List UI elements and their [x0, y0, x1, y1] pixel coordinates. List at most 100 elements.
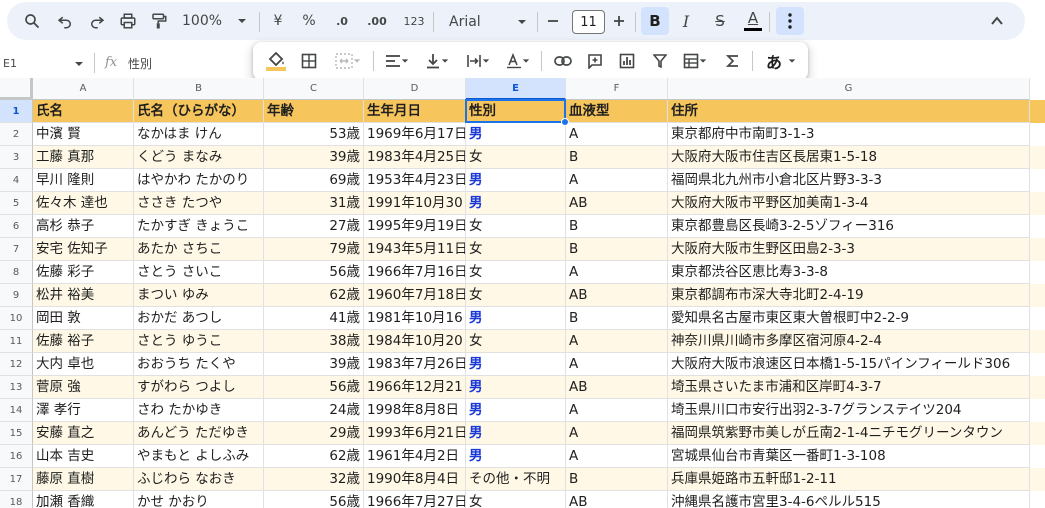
row-header[interactable]: 9: [0, 284, 33, 307]
data-cell[interactable]: AB: [566, 192, 668, 215]
data-cell[interactable]: 工藤 真那: [33, 146, 134, 169]
data-cell[interactable]: 宮城県仙台市青葉区一番町1-3-108: [668, 445, 1030, 468]
row-header[interactable]: 15: [0, 422, 33, 445]
data-cell[interactable]: 1984年10月20日: [364, 330, 466, 353]
vertical-align-button[interactable]: [421, 42, 453, 80]
data-cell[interactable]: 1966年12月21日: [364, 376, 466, 399]
column-header-c[interactable]: C: [264, 78, 364, 100]
data-cell[interactable]: 松井 裕美: [33, 284, 134, 307]
data-cell[interactable]: 1961年4月2日: [364, 445, 466, 468]
row-header[interactable]: 14: [0, 399, 33, 422]
data-cell[interactable]: 56歳: [264, 491, 364, 508]
data-cell[interactable]: A: [566, 399, 668, 422]
data-cell[interactable]: 41歳: [264, 307, 364, 330]
currency-format-button[interactable]: ¥: [270, 2, 286, 40]
data-cell[interactable]: 澤 孝行: [33, 399, 134, 422]
data-cell[interactable]: 愛知県名古屋市東区東大曽根町中2-2-9: [668, 307, 1030, 330]
select-all-corner[interactable]: [0, 78, 33, 100]
data-cell[interactable]: A: [566, 353, 668, 376]
data-cell[interactable]: 1995年9月19日: [364, 215, 466, 238]
column-header-e[interactable]: E: [466, 78, 566, 100]
data-cell[interactable]: 福岡県北九州市小倉北区片野3-3-3: [668, 169, 1030, 192]
data-cell[interactable]: B: [566, 238, 668, 261]
data-cell[interactable]: 1991年10月30日: [364, 192, 466, 215]
strikethrough-button[interactable]: S: [709, 2, 731, 40]
filter-views-button[interactable]: [678, 42, 712, 80]
column-header-d[interactable]: D: [364, 78, 466, 100]
data-cell[interactable]: 1998年8月8日: [364, 399, 466, 422]
italic-button[interactable]: I: [675, 2, 697, 40]
data-cell[interactable]: 高杉 恭子: [33, 215, 134, 238]
data-cell[interactable]: なかはま けん: [134, 123, 264, 146]
data-cell[interactable]: A: [566, 330, 668, 353]
data-cell[interactable]: 62歳: [264, 284, 364, 307]
data-cell[interactable]: やまもと よしふみ: [134, 445, 264, 468]
data-cell[interactable]: 藤原 直樹: [33, 468, 134, 491]
row-header[interactable]: 10: [0, 307, 33, 330]
row-header[interactable]: 1: [0, 100, 33, 123]
data-cell[interactable]: 31歳: [264, 192, 364, 215]
insert-link-button[interactable]: [551, 42, 575, 80]
data-cell[interactable]: 加瀬 香織: [33, 491, 134, 508]
data-cell[interactable]: 安藤 直之: [33, 422, 134, 445]
row-header[interactable]: 2: [0, 123, 33, 146]
column-title-cell[interactable]: 氏名（ひらがな）: [134, 100, 264, 123]
data-cell[interactable]: 1969年6月17日: [364, 123, 466, 146]
data-cell[interactable]: 24歳: [264, 399, 364, 422]
data-cell[interactable]: あたか さちこ: [134, 238, 264, 261]
data-cell[interactable]: 男: [466, 123, 566, 146]
borders-button[interactable]: [298, 42, 320, 80]
data-cell[interactable]: A: [566, 261, 668, 284]
data-cell[interactable]: 1953年4月23日: [364, 169, 466, 192]
text-wrapping-button[interactable]: [462, 42, 494, 80]
data-cell[interactable]: 69歳: [264, 169, 364, 192]
data-cell[interactable]: 39歳: [264, 353, 364, 376]
data-cell[interactable]: 1960年7月18日: [364, 284, 466, 307]
data-cell[interactable]: さわ たかゆき: [134, 399, 264, 422]
collapse-toolbar-button[interactable]: [986, 2, 1008, 40]
data-cell[interactable]: 男: [466, 307, 566, 330]
data-cell[interactable]: たかすぎ きょうこ: [134, 215, 264, 238]
data-cell[interactable]: 中濱 賢: [33, 123, 134, 146]
decrease-font-size-button[interactable]: [542, 2, 564, 40]
data-cell[interactable]: 安宅 佐知子: [33, 238, 134, 261]
data-cell[interactable]: 1983年4月25日: [364, 146, 466, 169]
data-cell[interactable]: 男: [466, 445, 566, 468]
data-cell[interactable]: 32歳: [264, 468, 364, 491]
text-rotation-button[interactable]: [502, 42, 534, 80]
row-header[interactable]: 7: [0, 238, 33, 261]
data-cell[interactable]: AB: [566, 284, 668, 307]
column-title-cell[interactable]: 年齢: [264, 100, 364, 123]
column-header-f[interactable]: F: [566, 78, 668, 100]
functions-button[interactable]: [722, 42, 744, 80]
data-cell[interactable]: AB: [566, 376, 668, 399]
row-header[interactable]: 18: [0, 491, 33, 508]
data-cell[interactable]: 女: [466, 215, 566, 238]
data-cell[interactable]: 56歳: [264, 261, 364, 284]
fill-handle[interactable]: [561, 118, 569, 126]
data-cell[interactable]: 1983年7月26日: [364, 353, 466, 376]
data-cell[interactable]: 1993年6月21日: [364, 422, 466, 445]
bold-button[interactable]: B: [641, 7, 669, 35]
data-cell[interactable]: まつい ゆみ: [134, 284, 264, 307]
data-cell[interactable]: さとう さいこ: [134, 261, 264, 284]
data-cell[interactable]: ささき たつや: [134, 192, 264, 215]
data-cell[interactable]: その他・不明: [466, 468, 566, 491]
data-cell[interactable]: 山本 吉史: [33, 445, 134, 468]
data-cell[interactable]: 女: [466, 146, 566, 169]
data-cell[interactable]: 東京都渋谷区恵比寿3-3-8: [668, 261, 1030, 284]
data-cell[interactable]: 佐藤 裕子: [33, 330, 134, 353]
data-cell[interactable]: A: [566, 123, 668, 146]
data-cell[interactable]: 1981年10月16日: [364, 307, 466, 330]
row-header[interactable]: 8: [0, 261, 33, 284]
data-cell[interactable]: A: [566, 445, 668, 468]
data-cell[interactable]: 1943年5月11日: [364, 238, 466, 261]
data-cell[interactable]: 埼玉県川口市安行出羽2-3-7グランステイツ204: [668, 399, 1030, 422]
data-cell[interactable]: 53歳: [264, 123, 364, 146]
data-cell[interactable]: 男: [466, 192, 566, 215]
insert-comment-button[interactable]: [583, 42, 607, 80]
data-cell[interactable]: 福岡県筑紫野市美しが丘南2-1-4ニチモグリーンタウン: [668, 422, 1030, 445]
font-size-input[interactable]: 11: [572, 10, 605, 34]
data-cell[interactable]: 38歳: [264, 330, 364, 353]
data-cell[interactable]: 女: [466, 491, 566, 508]
